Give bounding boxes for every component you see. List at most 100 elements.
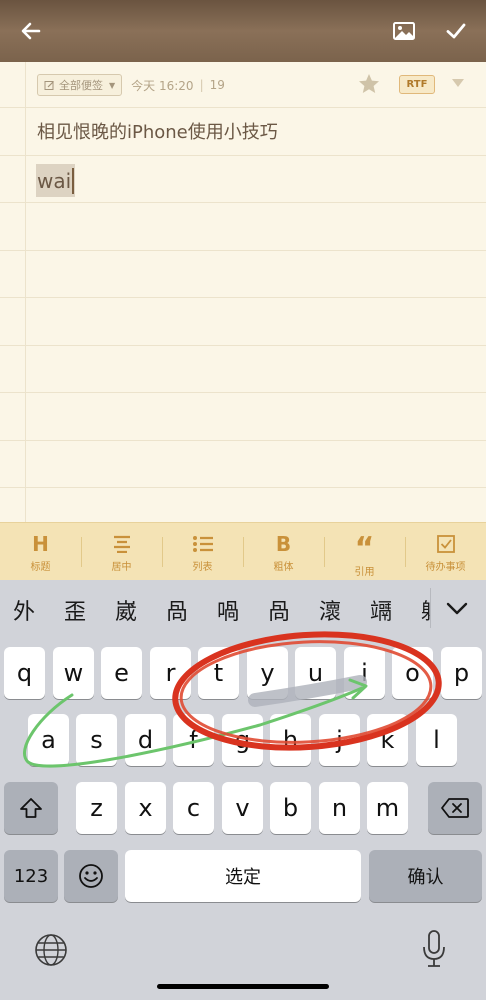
candidate-item[interactable]: 瀤 [319, 594, 341, 626]
paper-rule [0, 392, 486, 393]
microphone-icon[interactable] [420, 929, 448, 969]
candidate-item[interactable]: 外 [13, 594, 35, 626]
note-meta: 全部便签 ▼ 今天 16:20 | 19 [37, 74, 225, 96]
emoji-icon [79, 864, 103, 888]
key-x[interactable]: x [125, 782, 166, 834]
format-bold-button[interactable]: B 粗体 [243, 523, 324, 581]
format-list-button[interactable]: 列表 [162, 523, 243, 581]
home-indicator [157, 984, 329, 989]
format-todo-button[interactable]: 待办事项 [405, 523, 486, 581]
candidate-item[interactable]: 崴 [115, 594, 137, 626]
text-cursor [72, 167, 75, 194]
delete-icon [441, 798, 469, 818]
emoji-key[interactable] [64, 850, 118, 902]
key-o[interactable]: o [392, 647, 433, 699]
paper-rule [0, 155, 486, 156]
format-center-button[interactable]: 居中 [81, 523, 162, 581]
key-c[interactable]: c [173, 782, 214, 834]
note-title-line: 相见恨晚的iPhone使用小技巧 [37, 122, 278, 143]
key-t[interactable]: t [198, 647, 239, 699]
shift-icon [20, 798, 42, 818]
paper-rule [0, 440, 486, 441]
candidate-item[interactable]: 咼 [268, 594, 290, 626]
quote-icon: “ [354, 531, 375, 566]
list-icon [192, 535, 213, 552]
paper-rule [0, 345, 486, 346]
key-e[interactable]: e [101, 647, 142, 699]
format-label: 标题 [30, 561, 51, 573]
format-heading-button[interactable]: H 标题 [0, 523, 81, 581]
key-s[interactable]: s [76, 714, 117, 766]
key-j[interactable]: j [319, 714, 360, 766]
shift-key[interactable] [4, 782, 58, 834]
note-timestamp: 今天 16:20 [131, 78, 194, 93]
top-bar [0, 0, 486, 62]
candidate-item[interactable]: 躰 [421, 594, 430, 626]
candidate-bar: 外 歪 崴 咼 喎 咼 瀤 竵 躰 [0, 580, 486, 640]
key-u[interactable]: u [295, 647, 336, 699]
paper-rule [0, 107, 486, 108]
folder-label: 全部便签 [59, 79, 103, 92]
candidate-item[interactable]: 歪 [64, 594, 86, 626]
key-y[interactable]: y [247, 647, 288, 699]
key-i[interactable]: i [344, 647, 385, 699]
key-f[interactable]: f [173, 714, 214, 766]
key-q[interactable]: q [4, 647, 45, 699]
back-arrow-icon [21, 22, 41, 40]
rtf-badge[interactable]: RTF [399, 75, 435, 94]
candidate-item[interactable]: 咼 [166, 594, 188, 626]
composing-text: wai [36, 164, 76, 197]
space-key[interactable]: 选定 [125, 850, 361, 902]
format-label: 居中 [111, 561, 132, 573]
checkmark-icon [446, 23, 466, 39]
paper-margin-line [25, 62, 26, 522]
key-d[interactable]: d [125, 714, 166, 766]
back-button[interactable] [16, 16, 46, 46]
meta-divider: | [199, 78, 204, 92]
key-b[interactable]: b [270, 782, 311, 834]
note-folder-icon [44, 80, 54, 90]
format-toolbar: H 标题 居中 列表 B 粗体 “ 引用 待办事项 [0, 522, 486, 581]
composing-text-value: wai [37, 168, 72, 193]
align-center-icon [113, 535, 130, 553]
key-m[interactable]: m [367, 782, 408, 834]
key-h[interactable]: h [270, 714, 311, 766]
insert-image-button[interactable] [389, 16, 419, 46]
candidate-item[interactable]: 竵 [370, 594, 392, 626]
format-quote-button[interactable]: “ 引用 [324, 523, 405, 581]
key-z[interactable]: z [76, 782, 117, 834]
paper-rule [0, 297, 486, 298]
key-a[interactable]: a [28, 714, 69, 766]
key-r[interactable]: r [150, 647, 191, 699]
format-label: 列表 [192, 561, 213, 573]
numbers-key[interactable]: 123 [4, 850, 58, 902]
candidate-item[interactable]: 喎 [217, 594, 239, 626]
candidate-divider [430, 588, 431, 628]
key-p[interactable]: p [441, 647, 482, 699]
folder-caret-icon: ▼ [109, 80, 116, 90]
folder-selector[interactable]: 全部便签 ▼ [37, 74, 123, 96]
heading-icon: H [32, 531, 49, 556]
done-button[interactable] [441, 16, 471, 46]
dropdown-icon[interactable] [451, 77, 465, 89]
format-label: 粗体 [273, 561, 294, 573]
delete-key[interactable] [428, 782, 482, 834]
chevron-down-icon[interactable] [446, 598, 468, 620]
paper-rule [0, 250, 486, 251]
key-l[interactable]: l [416, 714, 457, 766]
image-icon [393, 22, 415, 40]
key-g[interactable]: g [222, 714, 263, 766]
return-key[interactable]: 确认 [369, 850, 482, 902]
key-k[interactable]: k [367, 714, 408, 766]
paper-rule [0, 487, 486, 488]
key-n[interactable]: n [319, 782, 360, 834]
key-w[interactable]: w [53, 647, 94, 699]
char-count: 19 [209, 78, 225, 92]
bold-icon: B [275, 531, 292, 556]
star-icon[interactable] [357, 72, 381, 96]
todo-checkbox-icon [436, 534, 455, 553]
paper-rule [0, 202, 486, 203]
format-label: 引用 [354, 566, 375, 578]
key-v[interactable]: v [222, 782, 263, 834]
globe-icon[interactable] [34, 933, 68, 967]
